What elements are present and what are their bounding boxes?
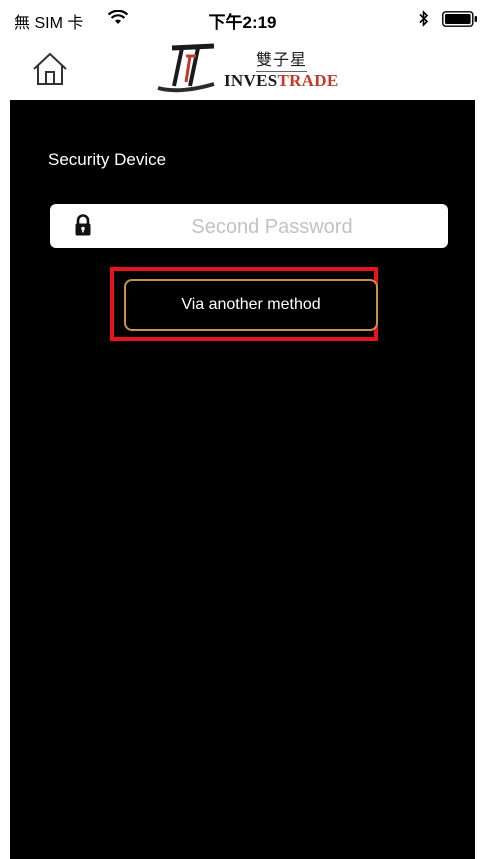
logo-english-text: INVESTRADE bbox=[224, 71, 339, 90]
status-bar: 無 SIM 卡 下午2:19 bbox=[0, 0, 485, 36]
via-another-method-button[interactable]: Via another method bbox=[124, 279, 378, 331]
logo-mark-icon bbox=[157, 43, 215, 93]
bluetooth-icon bbox=[419, 10, 429, 27]
investrade-logo: 雙子星 INVESTRADE bbox=[156, 40, 346, 96]
section-title: Security Device bbox=[48, 150, 167, 169]
battery-icon bbox=[442, 11, 477, 27]
app-header: 雙子星 INVESTRADE bbox=[0, 36, 485, 100]
lock-icon bbox=[75, 214, 91, 236]
second-password-field[interactable] bbox=[50, 204, 448, 250]
home-icon[interactable] bbox=[30, 50, 70, 88]
security-device-panel: Security Device Via another method bbox=[10, 100, 475, 859]
status-time: 下午2:19 bbox=[208, 13, 277, 32]
second-password-input[interactable] bbox=[110, 204, 434, 250]
logo-chinese-text: 雙子星 bbox=[256, 46, 308, 72]
